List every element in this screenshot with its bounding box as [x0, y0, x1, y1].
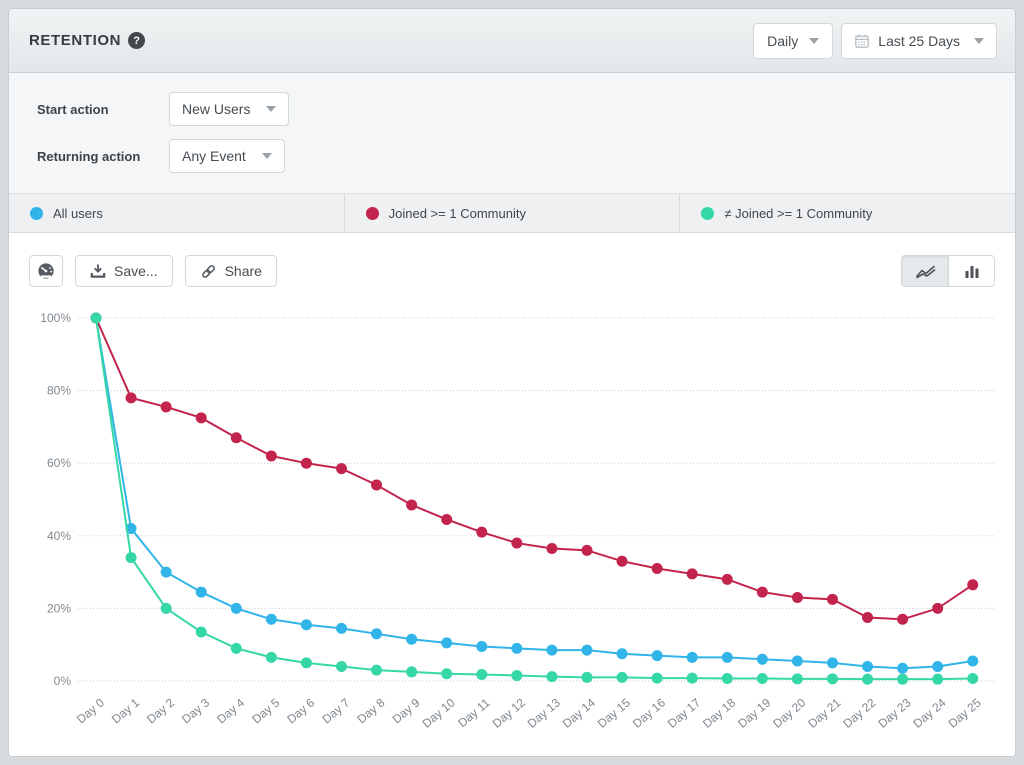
bar-chart-toggle[interactable]	[948, 256, 994, 286]
legend-tab-not-joined-community[interactable]: ≠ Joined >= 1 Community	[679, 194, 1015, 232]
svg-text:Day 20: Day 20	[770, 695, 808, 730]
chart-type-toggle	[901, 255, 995, 287]
chart-panel: Save... Share	[9, 233, 1015, 757]
svg-text:Day 3: Day 3	[179, 695, 212, 726]
svg-text:Day 12: Day 12	[490, 695, 528, 730]
svg-text:Day 6: Day 6	[284, 695, 317, 726]
legend-label: Joined >= 1 Community	[389, 206, 526, 221]
share-button-label: Share	[225, 263, 262, 279]
returning-action-value: Any Event	[182, 148, 246, 164]
svg-text:100%: 100%	[40, 311, 71, 325]
svg-text:Day 7: Day 7	[319, 695, 352, 726]
page-title: RETENTION	[29, 32, 121, 49]
series-dot-blue	[30, 207, 43, 220]
svg-text:80%: 80%	[47, 384, 71, 398]
svg-text:Day 13: Day 13	[525, 695, 563, 730]
legend-tab-joined-community[interactable]: Joined >= 1 Community	[344, 194, 680, 232]
series-dot-teal	[701, 207, 714, 220]
returning-action-label: Returning action	[37, 149, 169, 164]
legend-tabs: All users Joined >= 1 Community ≠ Joined…	[9, 193, 1015, 233]
svg-text:Day 11: Day 11	[455, 695, 493, 730]
gauge-icon	[37, 262, 55, 280]
start-action-dropdown[interactable]: New Users	[169, 92, 289, 126]
line-chart-icon	[915, 264, 936, 279]
interval-dropdown[interactable]: Daily	[753, 23, 833, 59]
svg-text:Day 24: Day 24	[910, 695, 948, 730]
line-chart-toggle[interactable]	[902, 256, 948, 286]
save-button-label: Save...	[114, 263, 158, 279]
retention-chart[interactable]: 0%20%40%60%80%100%Day 0Day 1Day 2Day 3Da…	[9, 233, 1016, 757]
svg-text:Day 2: Day 2	[144, 695, 177, 726]
svg-text:Day 23: Day 23	[875, 695, 913, 730]
svg-text:Day 18: Day 18	[700, 695, 738, 730]
topbar: RETENTION ? Daily	[9, 9, 1015, 73]
legend-tab-all-users[interactable]: All users	[9, 194, 344, 232]
svg-text:Day 5: Day 5	[249, 695, 282, 726]
series-dot-red	[366, 207, 379, 220]
date-range-value: Last 25 Days	[878, 33, 960, 49]
retention-card: RETENTION ? Daily	[8, 8, 1016, 757]
svg-text:Day 1: Day 1	[109, 695, 142, 726]
chart-toolbar: Save... Share	[29, 255, 995, 287]
chevron-down-icon	[266, 106, 276, 112]
chevron-down-icon	[974, 38, 984, 44]
legend-label: ≠ Joined >= 1 Community	[724, 206, 872, 221]
chevron-down-icon	[809, 38, 819, 44]
calendar-icon	[854, 33, 870, 49]
svg-text:Day 21: Day 21	[805, 695, 843, 730]
svg-text:Day 14: Day 14	[560, 695, 598, 730]
svg-text:20%: 20%	[47, 601, 71, 615]
svg-text:Day 10: Day 10	[419, 695, 457, 730]
svg-text:Day 17: Day 17	[665, 695, 703, 730]
help-icon[interactable]: ?	[128, 32, 145, 49]
svg-text:Day 0: Day 0	[74, 695, 107, 726]
chevron-down-icon	[262, 153, 272, 159]
returning-action-dropdown[interactable]: Any Event	[169, 139, 285, 173]
svg-text:Day 16: Day 16	[630, 695, 668, 730]
add-to-dashboard-button[interactable]	[29, 255, 63, 287]
svg-text:Day 25: Day 25	[946, 695, 984, 730]
share-button[interactable]: Share	[185, 255, 277, 287]
page-background: RETENTION ? Daily	[0, 0, 1024, 765]
interval-dropdown-value: Daily	[767, 33, 798, 49]
svg-text:Day 22: Day 22	[840, 695, 878, 730]
svg-text:Day 8: Day 8	[354, 695, 387, 726]
svg-text:Day 9: Day 9	[390, 695, 423, 726]
start-action-label: Start action	[37, 102, 169, 117]
start-action-value: New Users	[182, 101, 250, 117]
legend-label: All users	[53, 206, 103, 221]
svg-text:Day 19: Day 19	[735, 695, 773, 730]
svg-text:Day 4: Day 4	[214, 695, 247, 726]
link-icon	[200, 263, 217, 280]
svg-text:Day 15: Day 15	[595, 695, 633, 730]
svg-text:0%: 0%	[54, 674, 72, 688]
svg-text:60%: 60%	[47, 456, 71, 470]
svg-text:40%: 40%	[47, 529, 71, 543]
download-icon	[90, 263, 106, 279]
filters-section: Start action New Users Returning action …	[9, 73, 1015, 193]
bar-chart-icon	[964, 264, 980, 279]
date-range-dropdown[interactable]: Last 25 Days	[841, 23, 997, 59]
save-button[interactable]: Save...	[75, 255, 173, 287]
